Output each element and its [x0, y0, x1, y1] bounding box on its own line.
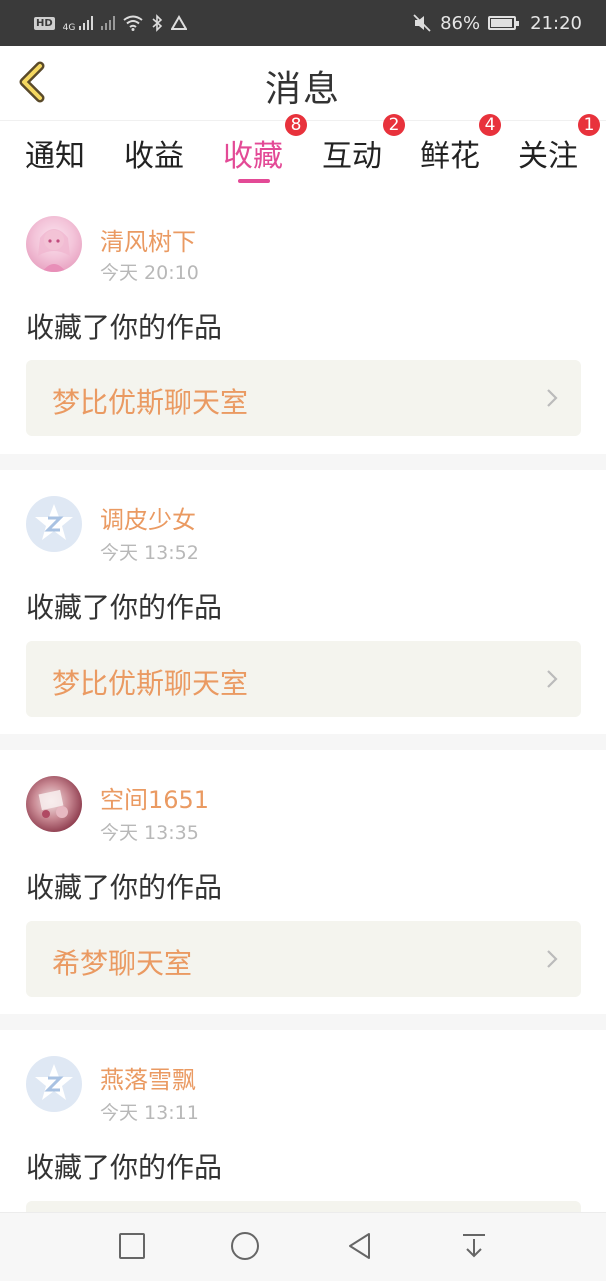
status-left: HD 4G: [34, 14, 188, 33]
chevron-right-icon: [547, 950, 558, 968]
signal-icon-2: [101, 16, 116, 30]
timestamp: 今天 13:52: [100, 542, 199, 564]
tab-interaction[interactable]: 互动: [322, 131, 382, 175]
tab-flowers[interactable]: 鲜花: [420, 131, 480, 175]
header: 消息: [0, 46, 606, 120]
wifi-icon: [123, 15, 143, 31]
work-title: 希梦聊天室: [52, 947, 193, 980]
status-right: 86% 21:20: [412, 13, 582, 34]
status-bar: HD 4G 86% 21:20: [0, 0, 606, 46]
tab-notification[interactable]: 通知: [25, 131, 85, 175]
list-item: 调皮少女 今天 13:52 收藏了你的作品 梦比优斯聊天室: [0, 470, 606, 734]
username[interactable]: 清风树下: [100, 222, 196, 257]
timestamp: 今天 13:35: [100, 822, 199, 844]
work-link[interactable]: 梦比优斯聊天室: [26, 641, 581, 717]
mute-icon: [413, 14, 431, 32]
square-icon[interactable]: [117, 1231, 147, 1261]
battery-icon: [488, 16, 520, 30]
active-tab-indicator: [238, 179, 270, 183]
badge-favorites: 8: [285, 114, 307, 136]
message-text: 收藏了你的作品: [26, 1151, 223, 1184]
network-type: 4G: [62, 22, 76, 33]
download-icon[interactable]: [459, 1231, 489, 1261]
work-link[interactable]: 希梦聊天室: [26, 921, 581, 997]
avatar[interactable]: [26, 216, 82, 272]
circle-icon[interactable]: [230, 1231, 260, 1261]
message-text: 收藏了你的作品: [26, 311, 223, 344]
battery-percent: 86%: [440, 12, 481, 34]
separator: [0, 1014, 606, 1030]
username[interactable]: 空间1651: [100, 780, 209, 815]
page-title: 消息: [264, 69, 341, 110]
message-text: 收藏了你的作品: [26, 591, 223, 624]
system-nav-bar: [0, 1212, 606, 1281]
work-title: 梦比优斯聊天室: [52, 386, 249, 419]
separator: [0, 454, 606, 470]
chevron-right-icon: [547, 670, 558, 688]
triangle-back-icon[interactable]: [345, 1231, 375, 1261]
avatar[interactable]: [26, 776, 82, 832]
timestamp: 今天 13:11: [100, 1102, 199, 1124]
tab-earnings[interactable]: 收益: [124, 131, 184, 175]
badge-flowers: 4: [479, 114, 501, 136]
work-title: 梦比优斯聊天室: [52, 667, 249, 700]
avatar[interactable]: [26, 496, 82, 552]
list-item: 空间1651 今天 13:35 收藏了你的作品 希梦聊天室: [0, 750, 606, 1014]
work-link[interactable]: 梦比优斯聊天室: [26, 360, 581, 436]
signal-icon: [79, 16, 94, 30]
clock: 21:20: [530, 12, 582, 34]
alert-icon: [171, 15, 188, 30]
separator: [0, 734, 606, 750]
timestamp: 今天 20:10: [100, 262, 199, 284]
username[interactable]: 调皮少女: [100, 500, 196, 535]
tab-follow[interactable]: 关注: [518, 131, 578, 175]
chevron-right-icon: [547, 389, 558, 407]
tab-favorites[interactable]: 收藏: [223, 131, 283, 175]
avatar[interactable]: [26, 1056, 82, 1112]
list-item: 清风树下 今天 20:10 收藏了你的作品 梦比优斯聊天室: [0, 192, 606, 454]
hd-icon: HD: [34, 16, 55, 30]
bluetooth-icon: [152, 14, 163, 32]
work-link[interactable]: [26, 1201, 581, 1212]
username[interactable]: 燕落雪飘: [100, 1060, 196, 1095]
list-item: 燕落雪飘 今天 13:11 收藏了你的作品: [0, 1030, 606, 1212]
badge-interaction: 2: [383, 114, 405, 136]
badge-follow: 1: [578, 114, 600, 136]
message-text: 收藏了你的作品: [26, 871, 223, 904]
